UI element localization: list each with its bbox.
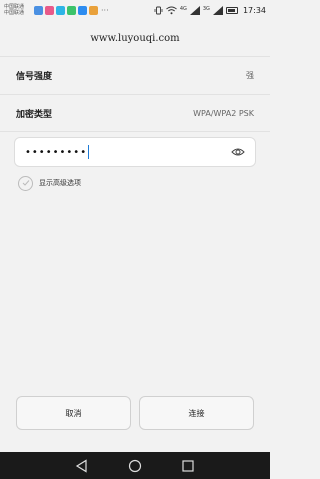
- more-notifications-icon: ···: [101, 5, 109, 15]
- status-time: 17:34: [242, 5, 266, 15]
- text-cursor: [88, 145, 90, 159]
- security-type-row: 加密类型 WPA/WPA2 PSK: [0, 94, 270, 132]
- password-value[interactable]: •••••••••: [25, 147, 87, 158]
- security-type-value: WPA/WPA2 PSK: [193, 108, 254, 118]
- check-icon: [22, 180, 29, 186]
- advanced-options-label: 显示高级选项: [39, 179, 81, 187]
- show-password-eye-icon[interactable]: [231, 147, 245, 157]
- carrier-line-2: 中国联通: [4, 10, 25, 16]
- app-notification-icon: [34, 5, 43, 15]
- notification-icons: [34, 5, 98, 15]
- app-notification-icon: [78, 5, 87, 15]
- cancel-button[interactable]: 取消: [16, 396, 131, 430]
- network-4g-label: 4G: [179, 5, 187, 12]
- navigation-bar: [0, 452, 270, 479]
- network-3g-label: 3G: [202, 5, 210, 12]
- wifi-icon: [166, 6, 177, 14]
- wechat-icon: [67, 5, 76, 15]
- page-title: www.luyouqi.com: [90, 32, 180, 44]
- signal-strength-value: 强: [246, 71, 254, 80]
- signal-icon-2: [212, 5, 223, 15]
- vibrate-icon: [154, 6, 163, 14]
- app-notification-icon: [45, 5, 54, 15]
- connect-button[interactable]: 连接: [139, 396, 254, 430]
- advanced-options-checkbox[interactable]: [18, 175, 33, 191]
- signal-strength-label: 信号强度: [16, 72, 53, 82]
- home-icon[interactable]: [128, 459, 142, 473]
- security-type-label: 加密类型: [16, 109, 53, 120]
- status-bar: 中国联通 中国联通 ··· 4G 3G 17:34: [0, 0, 270, 20]
- show-advanced-options[interactable]: 显示高级选项: [18, 175, 81, 191]
- status-right: 4G 3G 17:34: [154, 5, 266, 15]
- battery-icon: [225, 6, 238, 14]
- signal-strength-row: 信号强度 强: [0, 56, 270, 94]
- app-notification-icon: [56, 5, 65, 15]
- carrier-info: 中国联通 中国联通: [4, 4, 32, 16]
- password-input[interactable]: •••••••••: [14, 137, 256, 167]
- recent-apps-icon[interactable]: [181, 459, 195, 473]
- back-icon[interactable]: [75, 458, 89, 473]
- signal-icon: [189, 5, 200, 15]
- app-notification-icon: [89, 5, 98, 15]
